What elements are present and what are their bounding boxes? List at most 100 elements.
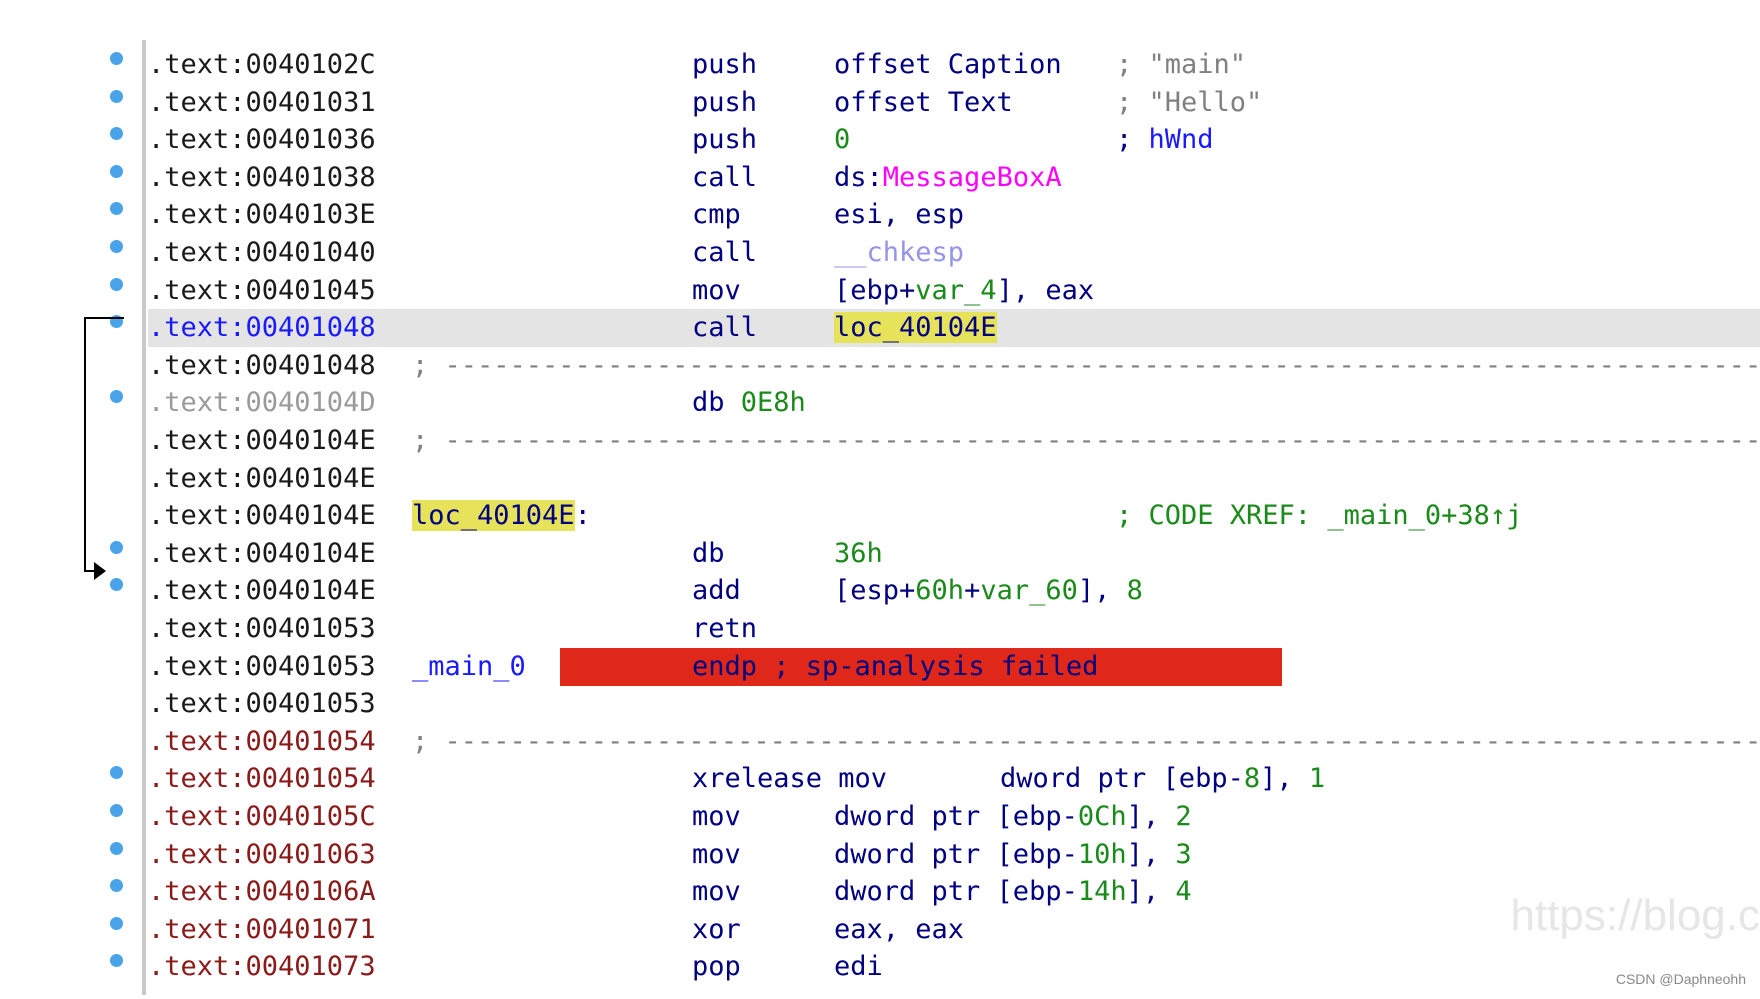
breakpoint-dot[interactable]: [110, 540, 123, 554]
listing-row[interactable]: .text:00401053: [148, 685, 1760, 723]
listing-row[interactable]: .text:00401054 xrelease mov dword ptr [ebp…: [148, 760, 1760, 798]
code-label[interactable]: _main_0: [412, 648, 526, 686]
operand-part: esi, esp: [834, 199, 965, 231]
operand[interactable]: dword ptr [ebp-14h], 4: [834, 873, 1192, 911]
breakpoint-dot[interactable]: [110, 954, 123, 968]
breakpoint-dot[interactable]: [110, 916, 123, 930]
operand-part: 8: [1243, 763, 1261, 795]
mnemonic: pop: [692, 951, 741, 983]
arrow-head-icon: [94, 562, 106, 581]
listing-row[interactable]: .text:0040102C push offset Caption; "main": [148, 46, 1760, 84]
operand[interactable]: 36h: [834, 535, 883, 573]
operand[interactable]: [esp+60h+var_60], 8: [834, 572, 1143, 610]
address: .text:00401036: [148, 124, 376, 156]
listing-row[interactable]: .text:0040104E ; ------------------------…: [148, 422, 1760, 460]
listing-row[interactable]: .text:00401048 ; ------------------------…: [148, 347, 1760, 385]
comment-part: "Hello": [1148, 86, 1263, 118]
listing-row[interactable]: .text:0040105C mov dword ptr [ebp-0Ch], 2: [148, 798, 1760, 836]
operand-part: offset Text: [834, 86, 1013, 118]
breakpoint-dot[interactable]: [110, 89, 123, 103]
operand[interactable]: esi, esp: [834, 196, 964, 234]
address: .text:0040104E: [148, 425, 376, 456]
address: .text:00401071: [148, 913, 376, 945]
breakpoint-dot[interactable]: [110, 578, 123, 592]
listing-row[interactable]: .text:00401053 _main_0 endp ; sp-analysis …: [148, 647, 1760, 686]
operand-part: ],: [1077, 575, 1127, 607]
operand[interactable]: ds:MessageBoxA: [834, 159, 1062, 197]
address: .text:00401054: [148, 763, 376, 795]
comment-part: hWnd: [1148, 124, 1214, 156]
label-text: _main_0: [412, 650, 526, 682]
operand-part: [esp+: [834, 575, 916, 607]
comment-part: ;: [1116, 49, 1149, 80]
separator-line: ; --------------------------------------…: [412, 349, 1760, 381]
address: .text:00401053: [148, 613, 376, 644]
listing-row[interactable]: .text:0040104E db 36h: [148, 535, 1760, 573]
operand-part: 1: [1308, 763, 1326, 795]
breakpoint-dot[interactable]: [110, 766, 123, 780]
mnemonic: push: [692, 49, 758, 80]
address: .text:0040105C: [148, 801, 376, 832]
operand[interactable]: dword ptr [ebp-0Ch], 2: [834, 798, 1192, 836]
listing-row[interactable]: .text:00401040 call __chkesp: [148, 234, 1760, 272]
mnemonic: call: [692, 161, 758, 193]
operand[interactable]: offset Caption: [834, 46, 1062, 84]
operand-part: 10h: [1077, 838, 1127, 870]
breakpoint-dot[interactable]: [110, 879, 123, 893]
breakpoint-dot[interactable]: [110, 240, 123, 253]
code-label[interactable]: loc_40104E:: [412, 497, 591, 535]
breakpoint-dot[interactable]: [110, 127, 123, 141]
address: .text:00401045: [148, 274, 376, 306]
listing-row[interactable]: .text:00401038 call ds:MessageBoxA: [148, 159, 1760, 197]
operand[interactable]: edi: [834, 948, 883, 986]
listing-row[interactable]: .text:00401054 ; ------------------------…: [148, 723, 1760, 761]
operand[interactable]: [ebp+var_4], eax: [834, 272, 1094, 310]
operand[interactable]: dword ptr [ebp-10h], 3: [834, 836, 1192, 874]
mnemonic: endp ; sp-analysis failed: [692, 650, 1099, 682]
breakpoint-dot[interactable]: [110, 841, 123, 855]
operand[interactable]: 0: [834, 121, 850, 159]
listing-row[interactable]: .text:00401048 call loc_40104E: [148, 309, 1760, 348]
operand[interactable]: loc_40104E: [834, 309, 997, 347]
mnemonic: cmp: [692, 199, 741, 231]
operand[interactable]: eax, eax: [834, 911, 964, 949]
operand[interactable]: offset Text: [834, 84, 1013, 122]
address: .text:0040104E: [148, 575, 376, 607]
mnemonic: db 0E8h: [692, 384, 806, 422]
operand[interactable]: __chkesp: [834, 234, 964, 272]
comment-part: ;: [1116, 86, 1149, 118]
breakpoint-dot[interactable]: [110, 52, 123, 65]
listing-row[interactable]: .text:0040104D db 0E8h: [148, 384, 1760, 422]
breakpoint-dot[interactable]: [110, 164, 123, 178]
separator-line: ; --------------------------------------…: [412, 425, 1760, 456]
label-text: loc_40104E: [412, 500, 575, 532]
credit-label: CSDN @Daphneohh: [1615, 971, 1746, 987]
operand-part: 0Ch: [1077, 801, 1127, 832]
operand-part: 8: [1126, 575, 1143, 607]
listing-row[interactable]: .text:0040104E: [148, 460, 1760, 498]
address: .text:00401054: [148, 725, 376, 757]
comment: ; "main": [1116, 46, 1246, 84]
comment-part: ; CODE XREF: _main_0+38↑j: [1116, 500, 1523, 532]
listing-row[interactable]: .text:0040104E add [esp+60h+var_60], 8: [148, 572, 1760, 610]
separator-line: ; --------------------------------------…: [412, 725, 1760, 757]
listing-row[interactable]: .text:0040103E cmp esi, esp: [148, 196, 1760, 234]
address: .text:00401038: [148, 161, 376, 193]
listing-row[interactable]: .text:00401036 push 0; hWnd: [148, 121, 1760, 159]
listing-row[interactable]: .text:00401073 pop edi: [148, 948, 1760, 986]
breakpoint-dot[interactable]: [110, 804, 123, 817]
listing-row[interactable]: .text:00401031 push offset Text; "Hello": [148, 84, 1760, 122]
listing-row[interactable]: .text:00401063 mov dword ptr [ebp-10h], 3: [148, 836, 1760, 874]
breakpoint-dot[interactable]: [110, 390, 123, 404]
gutter-divider: [142, 40, 146, 995]
breakpoint-dot[interactable]: [110, 277, 123, 291]
mnemonic: db: [692, 537, 725, 569]
operand[interactable]: dword ptr [ebp-8], 1: [1000, 760, 1325, 798]
listing-row[interactable]: .text:00401045 mov [ebp+var_4], eax: [148, 272, 1760, 310]
operand-value: 0E8h: [740, 387, 806, 419]
listing-row[interactable]: .text:0040104E loc_40104E: ; CODE XREF: _m…: [148, 497, 1760, 535]
listing-row[interactable]: .text:00401053 retn: [148, 610, 1760, 648]
breakpoint-dot[interactable]: [110, 202, 123, 216]
address: .text:0040104E: [148, 462, 376, 494]
address: .text:00401040: [148, 237, 376, 268]
